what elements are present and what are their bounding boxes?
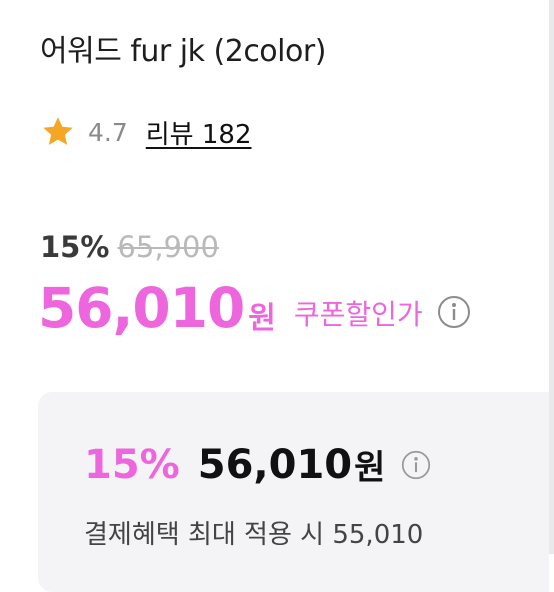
- rating-value: 4.7: [88, 117, 128, 147]
- benefit-price: 56,010: [197, 441, 353, 488]
- info-icon[interactable]: [401, 450, 431, 480]
- sale-price: 56,010: [38, 276, 245, 340]
- discount-percent: 15%: [40, 230, 110, 264]
- benefit-price-row: 15% 56,010 원: [84, 440, 431, 489]
- review-count-link[interactable]: 리뷰 182: [146, 114, 252, 151]
- benefit-currency-unit: 원: [354, 448, 386, 488]
- payment-benefit-panel: [38, 392, 549, 592]
- benefit-discount-percent: 15%: [84, 441, 180, 488]
- coupon-price-label: 쿠폰할인가: [293, 298, 423, 331]
- original-price: 65,900: [117, 230, 219, 264]
- star-icon: [43, 117, 73, 145]
- discount-row: 15% 65,900: [40, 230, 219, 264]
- benefit-note: 결제혜택 최대 적용 시 55,010: [84, 520, 424, 550]
- right-edge-divider: [549, 0, 554, 554]
- product-title: 어워드 fur jk (2color): [40, 34, 326, 69]
- info-icon[interactable]: [437, 295, 471, 329]
- currency-unit: 원: [248, 301, 276, 336]
- rating-row: 4.7 리뷰 182: [40, 112, 252, 152]
- sale-price-row: 56,010 원 쿠폰할인가: [38, 276, 471, 340]
